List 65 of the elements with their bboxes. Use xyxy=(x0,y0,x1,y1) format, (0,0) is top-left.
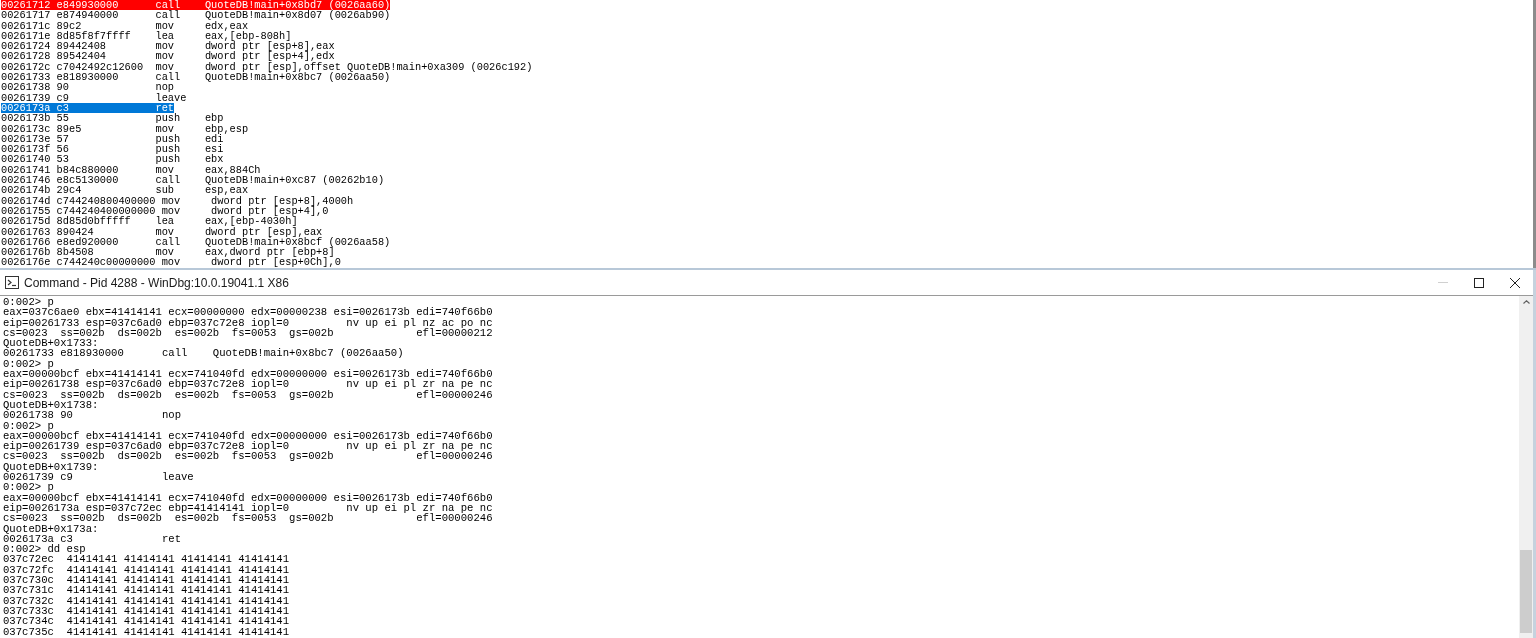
disassembly-line: 00261763 890424 mov dword ptr [esp],eax xyxy=(1,226,323,237)
console-line: 00261738 90 nop xyxy=(3,410,181,421)
console-line: eax=037c6ae0 ebx=41414141 ecx=00000000 edx=00000238 esi=0026173b edi=740f66b0 xyxy=(3,307,493,318)
disassembly-line: 0026175d 8d85d0bfffff lea eax,[ebp-4030h] xyxy=(1,216,298,227)
console-line: 037c734c 41414141 41414141 41414141 41414141 xyxy=(3,616,290,627)
disassembly-line: 0026171e 8d85f8f7ffff lea eax,[ebp-808h] xyxy=(1,30,292,42)
console-line: 037c732c 41414141 41414141 41414141 41414141 xyxy=(3,595,290,606)
maximize-icon xyxy=(1474,277,1484,288)
console-line: eax=00000bcf ebx=41414141 ecx=741040fd edx=00000000 esi=0026173b edi=740f66b0 xyxy=(3,430,493,442)
console-line: QuoteDB+0x1738: xyxy=(3,399,99,411)
console-line: 037c731c 41414141 41414141 41414141 41414141 xyxy=(3,585,290,596)
console-line: eax=00000bcf ebx=41414141 ecx=741040fd edx=00000000 esi=0026173b edi=740f66b0 xyxy=(3,369,493,380)
console-line: cs=0023 ss=002b ds=002b es=002b fs=0053 gs=002b efl=00000246 xyxy=(3,513,493,524)
disassembly-line: 0026173f 56 push esi xyxy=(1,144,224,155)
disassembly-line: 00261766 e8ed920000 call QuoteDB!main+0x8bcf (0026aa58) xyxy=(1,236,391,248)
console-line: QuoteDB+0x173a: xyxy=(3,523,99,534)
disassembly-line: 0026174b 29c4 sub esp,eax xyxy=(1,185,249,196)
console-line: 037c735c 41414141 41414141 41414141 41414141 xyxy=(3,626,290,637)
console-line: 037c72fc 41414141 41414141 41414141 41414141 xyxy=(3,564,290,575)
disassembly-line: 0026172c c7042492c12600 mov dword ptr [esp],offset QuoteDB!main+0xa309 (0026c192) xyxy=(1,61,533,73)
console-line: 0:002> dd esp xyxy=(3,544,86,555)
console-line: 00261733 e818930000 call QuoteDB!main+0x8bc7 (0026aa50) xyxy=(3,348,404,359)
console-line: cs=0023 ss=002b ds=002b es=002b fs=0053 gs=002b efl=00000212 xyxy=(3,327,493,339)
disassembly-line: 0026171c 89c2 mov edx,eax xyxy=(1,20,249,31)
disassembly-line: 0026176e c744240c00000000 mov dword ptr [esp+0Ch],0 xyxy=(1,257,341,268)
window-title: Command - Pid 4288 - WinDbg:10.0.19041.1 X86 xyxy=(24,275,289,290)
console-line: QuoteDB+0x1733: xyxy=(3,338,99,349)
vertical-scrollbar[interactable] xyxy=(1519,296,1533,638)
console-line: eip=00261739 esp=037c6ad0 ebp=037c72e8 iopl=0 nv up ei pl zr na pe nc xyxy=(3,441,493,452)
console-line: eax=00000bcf ebx=41414141 ecx=741040fd edx=00000000 esi=0026173b edi=740f66b0 xyxy=(3,492,493,503)
disassembly-line: 00261728 89542404 mov dword ptr [esp+4],edx xyxy=(1,51,335,62)
disassembly-line: 00261738 90 nop xyxy=(1,82,174,93)
console-line: 037c72ec 41414141 41414141 41414141 41414141 xyxy=(3,554,290,565)
console-line: 0:002> p xyxy=(3,297,54,308)
console-line: 0:002> p xyxy=(3,358,54,370)
console-line: 0026173a c3 ret xyxy=(3,533,181,545)
console-line: 037c733c 41414141 41414141 41414141 41414141 xyxy=(3,605,290,617)
console-line: 037c730c 41414141 41414141 41414141 41414141 xyxy=(3,575,290,586)
disassembly-line: 00261740 53 push ebx xyxy=(1,154,224,165)
disassembly-line: 00261755 c744240400000000 mov dword ptr [esp+4],0 xyxy=(1,205,329,217)
console-line: 00261739 c9 leave xyxy=(3,472,194,483)
console-line: eip=00261733 esp=037c6ad0 ebp=037c72e8 iopl=0 nv up ei pl nz ac po nc xyxy=(3,317,493,328)
disassembly-line: 0026176b 8b4508 mov eax,dword ptr [ebp+8] xyxy=(1,247,335,258)
disassembly-line: 0026173e 57 push edi xyxy=(1,133,224,145)
disassembly-line: 00261741 b84c880000 mov eax,884Ch xyxy=(1,164,261,176)
close-icon xyxy=(1510,277,1520,288)
disassembly-line: 00261724 89442408 mov dword ptr [esp+8],eax xyxy=(1,41,335,52)
disassembly-line: 0026174d c744240800400000 mov dword ptr [esp+8],4000h xyxy=(1,195,354,206)
scroll-thumb[interactable] xyxy=(1520,550,1532,633)
console-line: eip=0026173a esp=037c72ec ebp=41414141 iopl=0 nv up ei pl zr na pe nc xyxy=(3,502,493,514)
disassembly-line: 00261746 e8c5130000 call QuoteDB!main+0xc87 (00262b10) xyxy=(1,175,385,186)
console-line: 0:002> p xyxy=(3,482,54,493)
console-line: cs=0023 ss=002b ds=002b es=002b fs=0053 gs=002b efl=00000246 xyxy=(3,389,493,400)
minimize-icon xyxy=(1438,282,1448,283)
console-line: eip=00261738 esp=037c6ad0 ebp=037c72e8 iopl=0 nv up ei pl zr na pe nc xyxy=(3,379,493,390)
disassembly-line: 00261739 c9 leave xyxy=(1,92,187,103)
console-line: QuoteDB+0x1739: xyxy=(3,461,99,473)
disassembly-line: 0026173c 89e5 mov ebp,esp xyxy=(1,123,249,134)
disassembly-line: 0026173b 55 push ebp xyxy=(1,113,224,124)
console-line: 0:002> p xyxy=(3,420,54,431)
console-line: cs=0023 ss=002b ds=002b es=002b fs=0053 gs=002b efl=00000246 xyxy=(3,451,493,462)
console-icon xyxy=(5,276,19,289)
disassembly-line: 00261733 e818930000 call QuoteDB!main+0x8bc7 (0026aa50) xyxy=(1,72,391,83)
scroll-up-icon[interactable] xyxy=(1522,300,1530,304)
disassembly-line: 00261717 e874940000 call QuoteDB!main+0x8d07 (0026ab90) xyxy=(1,10,391,21)
